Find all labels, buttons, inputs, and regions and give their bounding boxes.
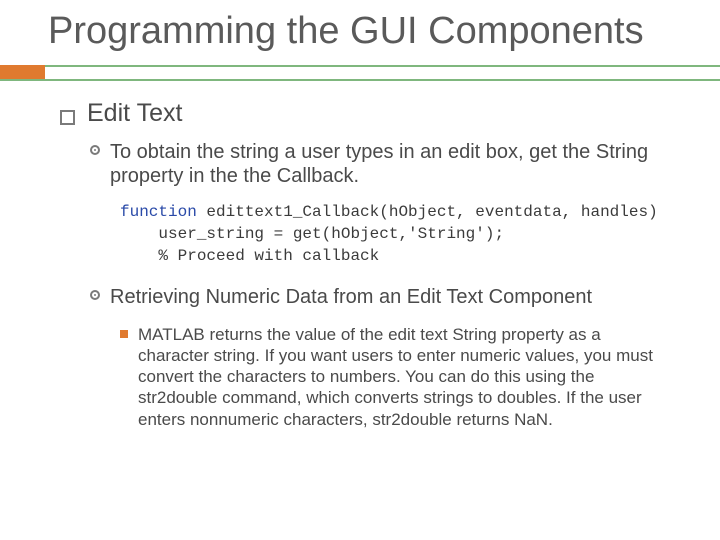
section-heading: Edit Text: [60, 99, 682, 128]
subheading: Retrieving Numeric Data from an Edit Tex…: [90, 285, 682, 309]
code-signature: edittext1_Callback(hObject, eventdata, h…: [197, 203, 658, 221]
circle-bullet-icon: [90, 145, 100, 155]
circle-bullet-icon: [90, 290, 100, 300]
title-rule: [0, 65, 720, 81]
filled-square-bullet-icon: [120, 330, 128, 338]
subheading-text: Retrieving Numeric Data from an Edit Tex…: [110, 285, 592, 309]
slide-title: Programming the GUI Components: [0, 0, 720, 59]
section-heading-text: Edit Text: [87, 99, 182, 128]
paragraph-2: MATLAB returns the value of the edit tex…: [120, 324, 682, 430]
paragraph-2-text: MATLAB returns the value of the edit tex…: [138, 324, 670, 430]
code-keyword: function: [120, 203, 197, 221]
slide: Programming the GUI Components Edit Text…: [0, 0, 720, 540]
code-line-2: user_string = get(hObject,'String');: [120, 225, 504, 243]
code-block: function edittext1_Callback(hObject, eve…: [120, 202, 682, 267]
paragraph-1: To obtain the string a user types in an …: [90, 140, 682, 189]
square-bullet-icon: [60, 110, 75, 125]
content: Edit Text To obtain the string a user ty…: [0, 81, 720, 430]
code-line-3: % Proceed with callback: [120, 247, 379, 265]
rule-bottom: [0, 79, 720, 81]
paragraph-1-text: To obtain the string a user types in an …: [110, 140, 682, 189]
rule-top: [0, 65, 720, 67]
